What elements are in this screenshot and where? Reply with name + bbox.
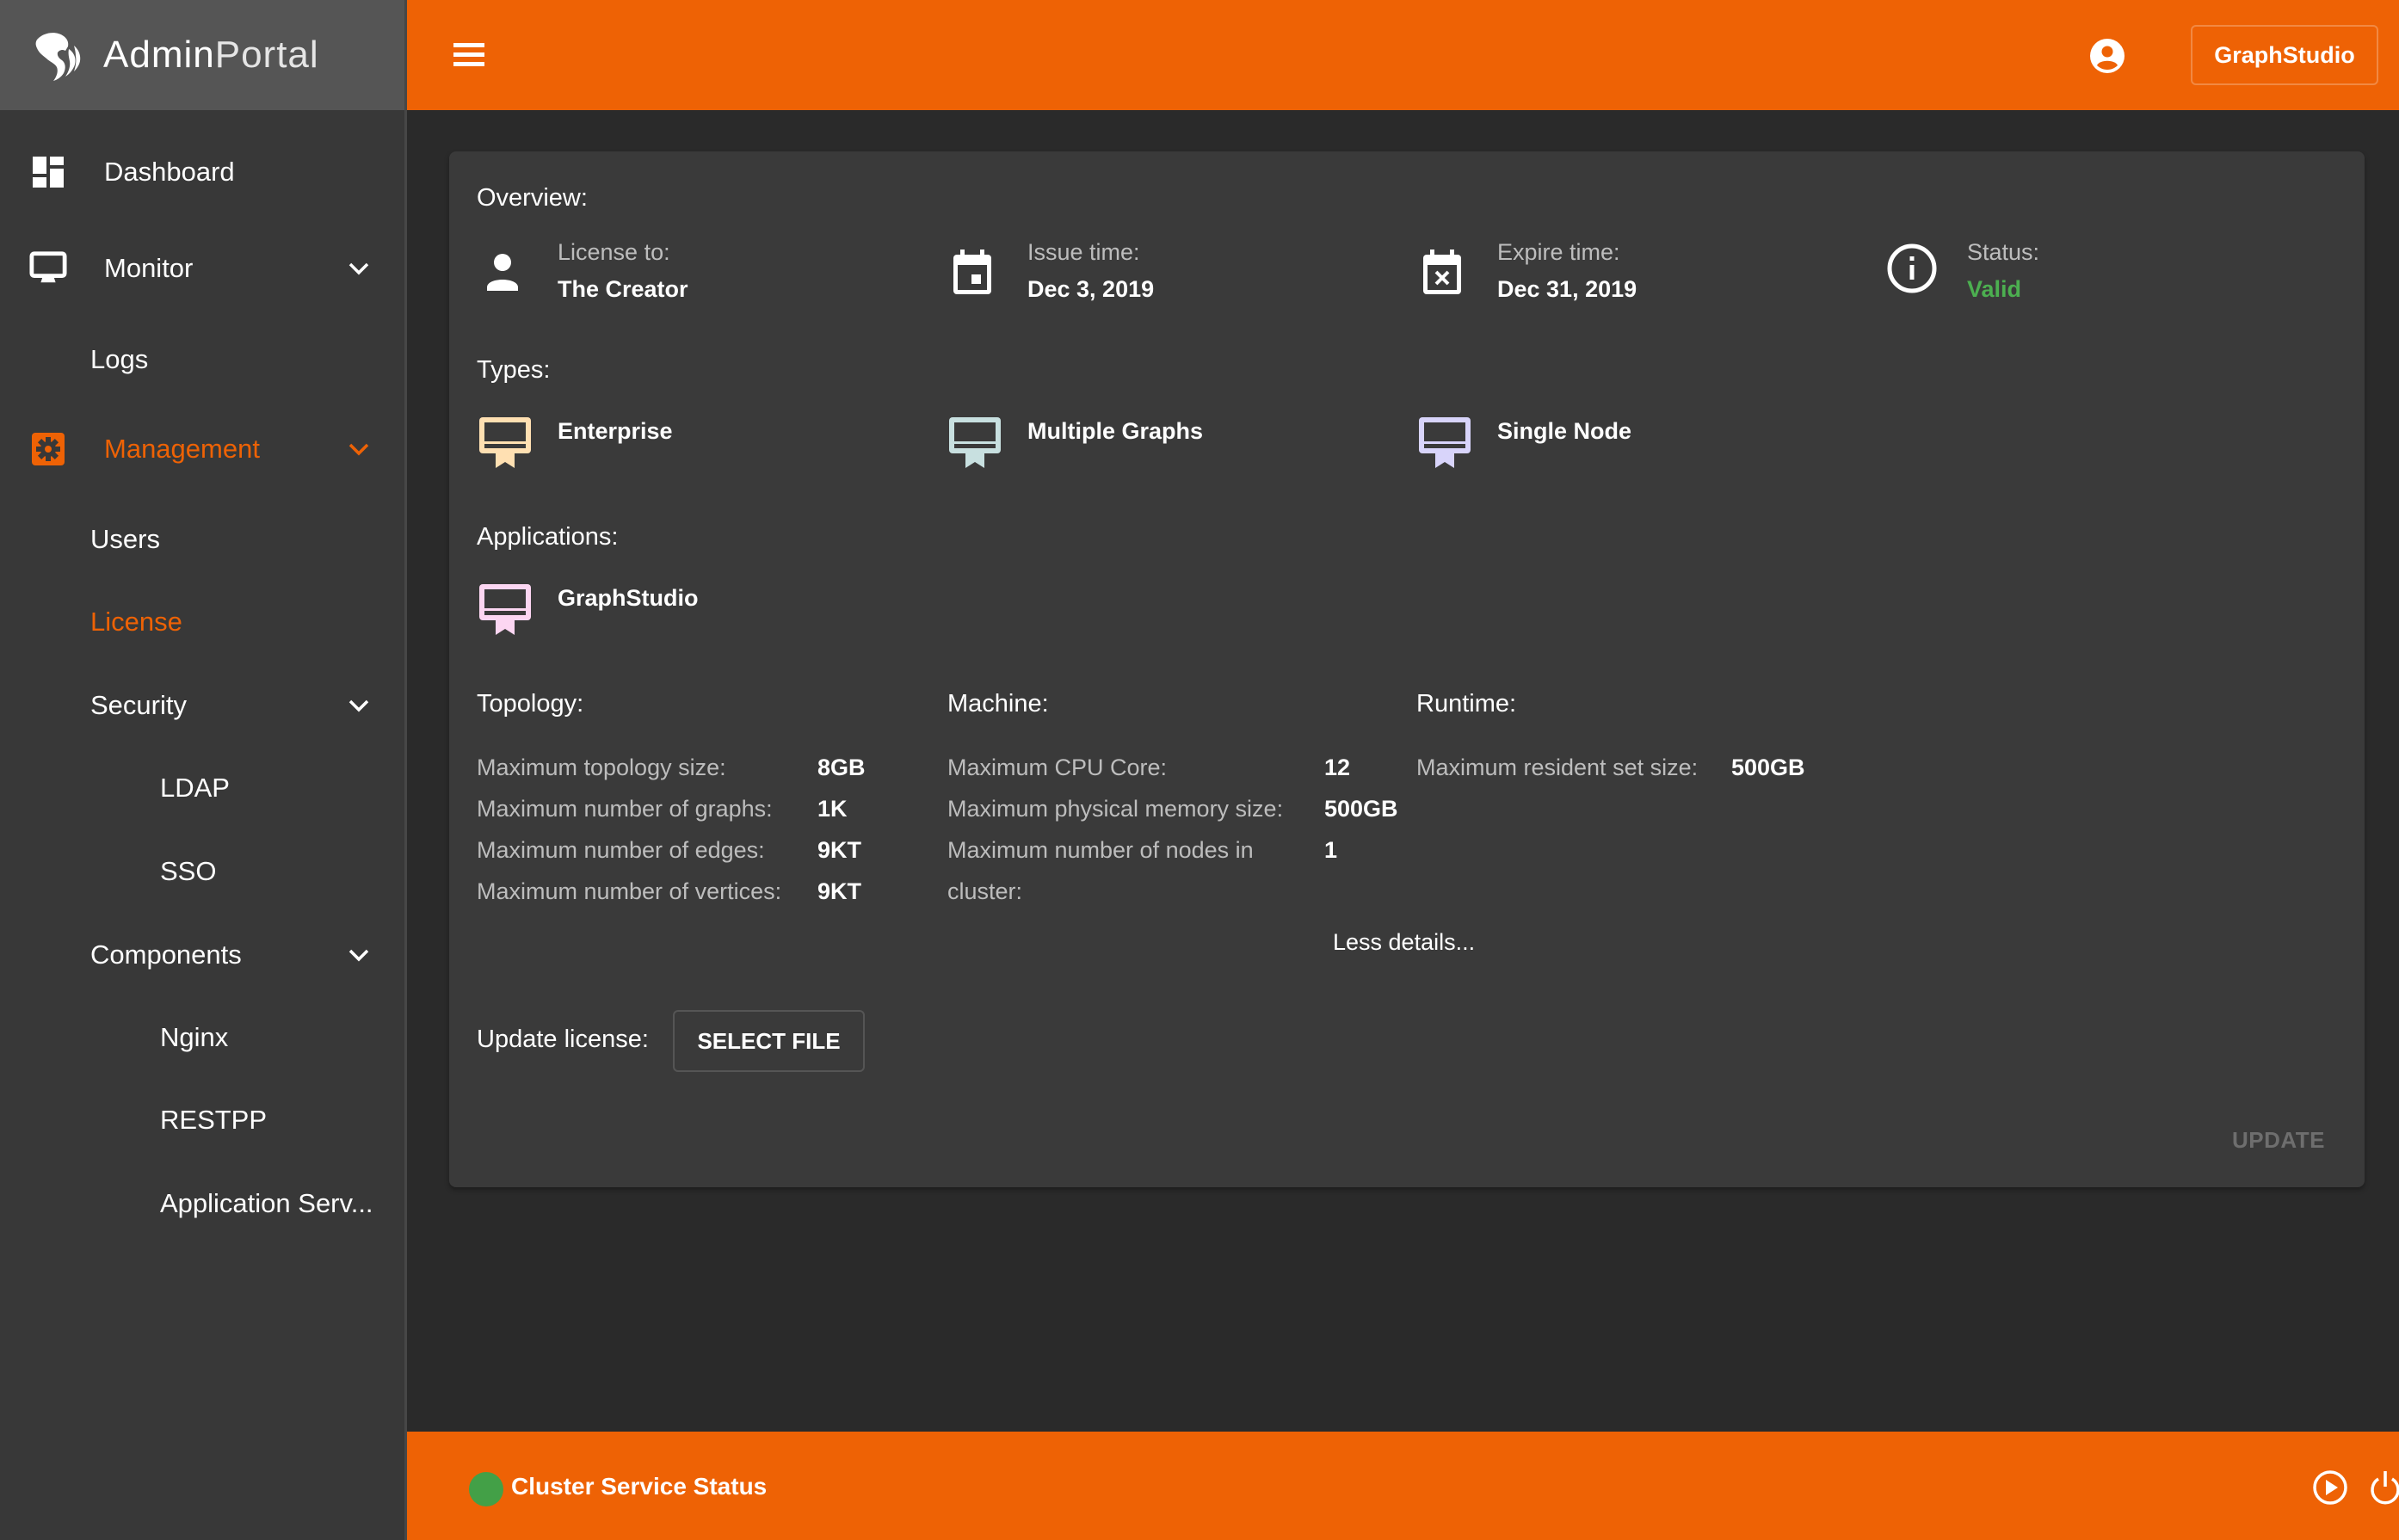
type-label: Multiple Graphs (1027, 418, 1204, 444)
topology-label: Maximum number of vertices: (477, 878, 782, 904)
topology-label: Maximum number of graphs: (477, 796, 773, 822)
select-file-button[interactable]: SELECT FILE (673, 1010, 865, 1072)
cluster-status-indicator (469, 1472, 503, 1506)
hamburger-icon-line (453, 43, 484, 47)
overview-title: Overview: (477, 184, 588, 212)
status-footer: Cluster Service Status (407, 1432, 2399, 1540)
runtime-label: Maximum resident set size: (1416, 755, 1699, 780)
monitor-icon (29, 249, 67, 287)
topology-value: 9KT (817, 837, 862, 863)
sidebar-item-dashboard[interactable]: Dashboard (0, 138, 404, 206)
sidebar-item-license[interactable]: License (0, 588, 404, 656)
calendar-remove-icon (1423, 249, 1461, 294)
topology-value: 8GB (817, 755, 866, 780)
info-icon (1887, 243, 1937, 293)
machine-value: 1 (1324, 837, 1338, 863)
sidebar-item-logs[interactable]: Logs (0, 325, 404, 394)
sidebar-item-label: Security (90, 690, 187, 720)
machine-label-continued: cluster: (947, 878, 1023, 904)
sidebar-item-monitor[interactable]: Monitor (0, 234, 404, 303)
machine-label: Maximum physical memory size: (947, 796, 1284, 822)
sidebar-item-label: Management (104, 434, 260, 464)
sidebar-item-security[interactable]: Security (0, 671, 404, 740)
sidebar-item-label: Application Serv... (160, 1188, 373, 1218)
sidebar-item-sso[interactable]: SSO (0, 837, 404, 906)
sidebar-item-label: Monitor (104, 253, 194, 283)
runtime-value: 500GB (1731, 755, 1805, 780)
machine-value: 500GB (1324, 796, 1398, 822)
sidebar-item-label: SSO (160, 856, 217, 886)
settings-box-icon (29, 430, 67, 468)
overview-label: Status: (1967, 239, 2040, 265)
type-label: Single Node (1497, 418, 1632, 444)
license-card: Overview: License to: The Creator Issue … (449, 151, 2365, 1187)
sidebar-item-label: Nginx (160, 1022, 229, 1052)
sidebar-item-ldap[interactable]: LDAP (0, 754, 404, 822)
tiger-logo-icon (35, 33, 81, 81)
hamburger-icon-line (453, 62, 484, 66)
sidebar: AdminPortal Dashboard Monitor Logs Manag… (0, 0, 407, 1540)
topology-value: 9KT (817, 878, 862, 904)
types-title: Types: (477, 356, 551, 384)
calendar-today-icon (953, 249, 991, 294)
overview-value: Dec 31, 2019 (1497, 276, 1637, 302)
machine-title: Machine: (947, 690, 1049, 718)
overview-value: Dec 3, 2019 (1027, 276, 1155, 302)
update-button[interactable]: UPDATE (2232, 1127, 2325, 1154)
brand-header: AdminPortal (0, 0, 404, 110)
brand-name-light: Portal (214, 34, 319, 76)
overview-value: The Creator (558, 276, 688, 302)
topology-label: Maximum number of edges: (477, 837, 765, 863)
sidebar-item-management[interactable]: Management (0, 415, 404, 484)
certificate-icon (949, 417, 1001, 468)
type-label: Enterprise (558, 418, 673, 444)
power-icon[interactable] (2367, 1469, 2399, 1506)
machine-label: Maximum number of nodes in (947, 837, 1254, 863)
machine-value: 12 (1324, 755, 1351, 780)
brand-name: AdminPortal (103, 34, 319, 77)
sidebar-item-application-server[interactable]: Application Serv... (0, 1169, 404, 1238)
sidebar-item-restpp[interactable]: RESTPP (0, 1086, 404, 1155)
hamburger-icon-line (453, 52, 484, 57)
runtime-title: Runtime: (1416, 690, 1517, 718)
certificate-icon (479, 417, 531, 468)
application-label: GraphStudio (558, 585, 699, 611)
chevron-down-icon (348, 262, 369, 275)
cluster-service-status-label[interactable]: Cluster Service Status (511, 1473, 767, 1500)
status-badge: Valid (1967, 276, 2022, 302)
top-bar: GraphStudio (407, 0, 2399, 110)
account-circle-icon[interactable] (2089, 38, 2125, 74)
sidebar-item-nginx[interactable]: Nginx (0, 1003, 404, 1072)
update-license-label: Update license: (477, 1026, 649, 1053)
sidebar-item-label: Logs (90, 344, 149, 374)
overview-label: Expire time: (1497, 239, 1620, 265)
sidebar-item-label: LDAP (160, 773, 230, 803)
brand-name-strong: Admin (103, 34, 215, 76)
topology-value: 1K (817, 796, 848, 822)
chevron-down-icon (348, 699, 369, 712)
sidebar-item-label: Dashboard (104, 157, 235, 187)
sidebar-item-label: Components (90, 939, 242, 970)
certificate-icon (1419, 417, 1471, 468)
sidebar-item-label: Users (90, 524, 160, 554)
applications-title: Applications: (477, 523, 619, 551)
less-details-link[interactable]: Less details... (1333, 929, 1475, 956)
sidebar-item-label: RESTPP (160, 1105, 268, 1135)
machine-label: Maximum CPU Core: (947, 755, 1168, 780)
sidebar-item-label: License (90, 607, 182, 637)
overview-label: Issue time: (1027, 239, 1140, 265)
sidebar-item-components[interactable]: Components (0, 921, 404, 989)
chevron-down-icon (348, 443, 369, 456)
graphstudio-button[interactable]: GraphStudio (2191, 25, 2378, 85)
play-circle-icon[interactable] (2312, 1469, 2348, 1506)
topology-title: Topology: (477, 690, 584, 718)
dashboard-icon (29, 153, 67, 191)
sidebar-item-users[interactable]: Users (0, 505, 404, 574)
menu-toggle-button[interactable] (452, 38, 486, 72)
chevron-down-icon (348, 949, 369, 962)
topology-label: Maximum topology size: (477, 755, 726, 780)
person-icon (487, 254, 518, 291)
certificate-icon (479, 584, 531, 635)
overview-label: License to: (558, 239, 670, 265)
